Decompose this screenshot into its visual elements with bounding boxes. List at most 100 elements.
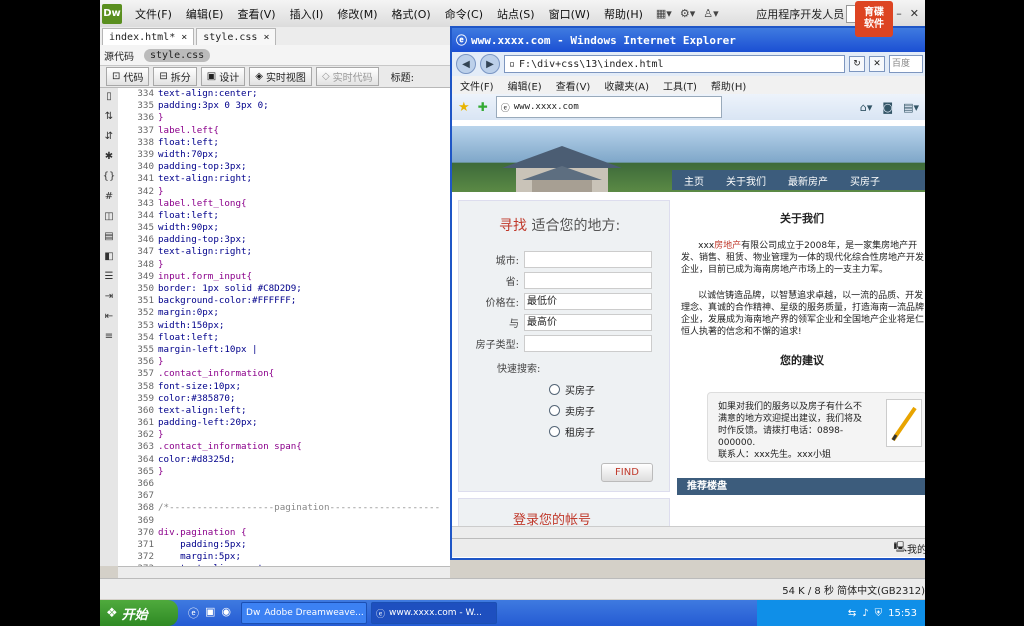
code-line[interactable]: 361 padding-left:20px; bbox=[118, 417, 450, 429]
code-line[interactable]: 360 text-align:left; bbox=[118, 405, 450, 417]
close-icon[interactable]: × bbox=[181, 32, 187, 43]
menu-site[interactable]: 站点(S) bbox=[490, 6, 542, 22]
syntax-error-icon[interactable]: ▤ bbox=[100, 231, 118, 242]
code-line[interactable]: 355 margin-left:10px | bbox=[118, 344, 450, 356]
code-line[interactable]: 349 input.form_input{ bbox=[118, 271, 450, 283]
menu-file[interactable]: 文件(F) bbox=[128, 6, 179, 22]
code-line[interactable]: 359 color:#385870; bbox=[118, 393, 450, 405]
nav-home[interactable]: 主页 bbox=[684, 173, 704, 188]
code-line[interactable]: 345 width:90px; bbox=[118, 222, 450, 234]
code-line[interactable]: 338 float:left; bbox=[118, 137, 450, 149]
nav-about[interactable]: 关于我们 bbox=[726, 173, 766, 188]
ie-search-input[interactable]: 百度 bbox=[889, 55, 923, 73]
expand-all-icon[interactable]: ⇵ bbox=[100, 131, 118, 142]
home-icon[interactable]: ⌂▾ bbox=[860, 101, 873, 114]
code-line[interactable]: 339 width:70px; bbox=[118, 149, 450, 161]
start-button[interactable]: ❖ 开始 bbox=[100, 600, 178, 626]
desktop-launch-icon[interactable]: ▣ bbox=[205, 605, 215, 621]
favorites-star-icon[interactable]: ★ bbox=[458, 100, 470, 115]
ie-menu-edit[interactable]: 编辑(E) bbox=[508, 78, 542, 93]
ie-tab[interactable]: ⓔ www.xxxx.com bbox=[495, 96, 722, 118]
code-line[interactable]: 363 .contact_information span{ bbox=[118, 441, 450, 453]
code-line[interactable]: 364 color:#d8325d; bbox=[118, 454, 450, 466]
workspace-switcher[interactable]: 应用程序开发人员 bbox=[756, 6, 844, 22]
menu-format[interactable]: 格式(O) bbox=[384, 6, 437, 22]
stop-icon[interactable]: ✕ bbox=[869, 56, 885, 72]
firefox-launch-icon[interactable]: ◉ bbox=[221, 605, 231, 621]
code-editor[interactable]: 334 text-align:center; 335 padding:3px 0 3p… bbox=[118, 88, 450, 566]
radio-buy[interactable]: 买房子 bbox=[549, 379, 669, 400]
min-price-input[interactable]: 最低价 bbox=[524, 293, 652, 310]
shield-icon[interactable]: ⛨ bbox=[875, 608, 883, 619]
ie-launch-icon[interactable]: ⓔ bbox=[188, 605, 199, 621]
minimize-icon[interactable]: – bbox=[896, 7, 902, 20]
radio-sell[interactable]: 卖房子 bbox=[549, 400, 669, 421]
code-line[interactable]: 353 width:150px; bbox=[118, 320, 450, 332]
code-line[interactable]: 370 div.pagination { bbox=[118, 527, 450, 539]
tab-index-html[interactable]: index.html* × bbox=[102, 28, 195, 45]
code-line[interactable]: 371 padding:5px; bbox=[118, 539, 450, 551]
wrap-tag-icon[interactable]: ◧ bbox=[100, 251, 118, 262]
code-line[interactable]: 351 background-color:#FFFFFF; bbox=[118, 295, 450, 307]
feeds-icon[interactable]: ◙ bbox=[882, 101, 893, 114]
site-icon[interactable]: ♙▾ bbox=[703, 7, 718, 20]
find-button[interactable]: FIND bbox=[601, 463, 653, 482]
close-icon[interactable]: × bbox=[263, 32, 269, 43]
code-line[interactable]: 337 label.left{ bbox=[118, 125, 450, 137]
recent-snippets-icon[interactable]: ☰ bbox=[100, 271, 118, 282]
menu-commands[interactable]: 命令(C) bbox=[438, 6, 490, 22]
code-line[interactable]: 357 .contact_information{ bbox=[118, 368, 450, 380]
code-line[interactable]: 342} bbox=[118, 186, 450, 198]
province-input[interactable] bbox=[524, 272, 652, 289]
task-dreamweaver[interactable]: Dw Adobe Dreamweave... bbox=[241, 602, 368, 624]
city-input[interactable] bbox=[524, 251, 652, 268]
menu-view[interactable]: 查看(V) bbox=[230, 6, 282, 22]
code-line[interactable]: 334 text-align:center; bbox=[118, 88, 450, 100]
code-line[interactable]: 343 label.left_long{ bbox=[118, 198, 450, 210]
code-line[interactable]: 335 padding:3px 0 3px 0; bbox=[118, 100, 450, 112]
layout-icon[interactable]: ▦▾ bbox=[656, 7, 672, 20]
code-line[interactable]: 372 margin:5px; bbox=[118, 551, 450, 563]
design-view-button[interactable]: ▣ 设计 bbox=[200, 67, 246, 86]
nav-buy[interactable]: 买房子 bbox=[850, 173, 880, 188]
code-line[interactable]: 341 text-align:right; bbox=[118, 173, 450, 185]
code-line[interactable]: 352 margin:0px; bbox=[118, 307, 450, 319]
code-line[interactable]: 366 bbox=[118, 478, 450, 490]
close-icon[interactable]: ✕ bbox=[910, 7, 919, 20]
code-line[interactable]: 362} bbox=[118, 429, 450, 441]
code-line[interactable]: 336} bbox=[118, 112, 450, 124]
clock[interactable]: 15:53 bbox=[888, 608, 917, 619]
forward-icon[interactable]: ▶ bbox=[480, 54, 500, 74]
gear-icon[interactable]: ⚙▾ bbox=[680, 7, 695, 20]
print-icon[interactable]: ▤▾ bbox=[903, 101, 919, 114]
open-documents-icon[interactable]: ▯ bbox=[100, 91, 118, 102]
format-source-icon[interactable]: ≡ bbox=[100, 331, 118, 342]
max-price-input[interactable]: 最高价 bbox=[524, 314, 652, 331]
menu-insert[interactable]: 插入(I) bbox=[283, 6, 331, 22]
back-icon[interactable]: ◀ bbox=[456, 54, 476, 74]
code-line[interactable]: 348} bbox=[118, 259, 450, 271]
code-line[interactable]: 344 float:left; bbox=[118, 210, 450, 222]
menu-edit[interactable]: 编辑(E) bbox=[179, 6, 231, 22]
code-line[interactable]: 358 font-size:10px; bbox=[118, 381, 450, 393]
live-code-button[interactable]: ◇ 实时代码 bbox=[315, 67, 379, 86]
code-line[interactable]: 356} bbox=[118, 356, 450, 368]
code-line[interactable]: 367 bbox=[118, 490, 450, 502]
menu-window[interactable]: 窗口(W) bbox=[542, 6, 597, 22]
select-parent-icon[interactable]: ✱ bbox=[100, 151, 118, 162]
nav-latest[interactable]: 最新房产 bbox=[788, 173, 828, 188]
address-input[interactable]: ▫ F:\div+css\13\index.html bbox=[504, 55, 845, 73]
menu-help[interactable]: 帮助(H) bbox=[597, 6, 650, 22]
ie-menu-view[interactable]: 查看(V) bbox=[556, 78, 591, 93]
code-line[interactable]: 340 padding-top:3px; bbox=[118, 161, 450, 173]
related-file-style-css[interactable]: style.css bbox=[144, 48, 211, 62]
line-numbers-icon[interactable]: # bbox=[100, 191, 118, 202]
code-line[interactable]: 346 padding-top:3px; bbox=[118, 234, 450, 246]
collapse-tag-icon[interactable]: ⇅ bbox=[100, 111, 118, 122]
code-line[interactable]: 350 border: 1px solid #C8D2D9; bbox=[118, 283, 450, 295]
tab-style-css[interactable]: style.css × bbox=[196, 28, 277, 45]
ie-menu-help[interactable]: 帮助(H) bbox=[711, 78, 746, 93]
ie-menu-favorites[interactable]: 收藏夹(A) bbox=[604, 78, 649, 93]
menu-modify[interactable]: 修改(M) bbox=[330, 6, 384, 22]
live-view-button[interactable]: ◈ 实时视图 bbox=[249, 67, 312, 86]
